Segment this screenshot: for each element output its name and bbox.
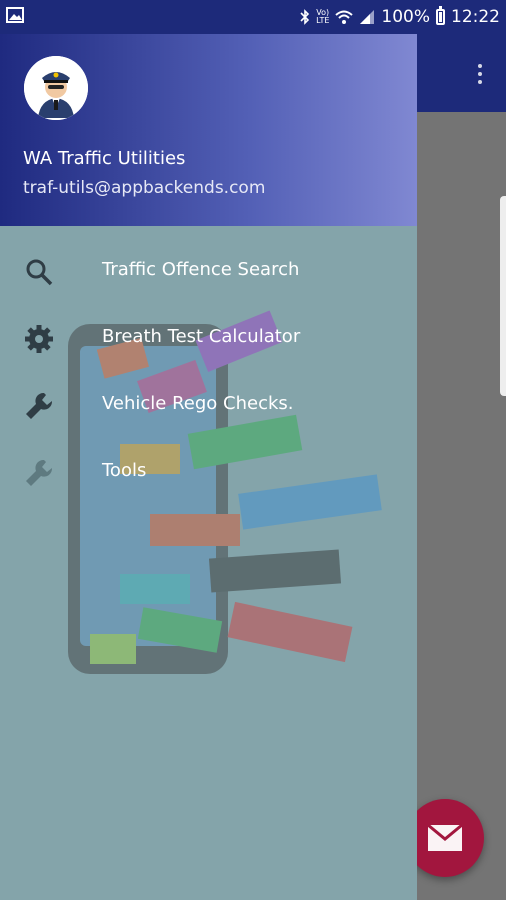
mail-icon [427,824,463,851]
bluetooth-icon [300,9,310,25]
gear-icon [25,325,53,353]
drawer-header: WA Traffic Utilities traf-utils@appbacke… [0,34,417,226]
search-icon [26,259,53,286]
menu-item-label: Vehicle Rego Checks. [102,393,294,414]
wifi-icon [335,10,354,24]
account-email: traf-utils@appbackends.com [23,178,266,198]
signal-icon [360,10,375,24]
police-officer-icon [24,56,88,120]
volte-indicator: Vo) LTE [316,8,330,25]
clock: 12:22 [451,7,500,27]
menu-item-label: Tools [102,460,147,481]
email-fab-button[interactable] [406,799,484,877]
avatar[interactable] [24,56,88,120]
wrench-icon [26,392,53,419]
content-card-edge [500,196,506,396]
menu-item-tools[interactable]: Tools [0,440,417,500]
battery-icon [436,6,445,25]
menu-item-label: Breath Test Calculator [102,326,301,347]
gallery-notification-icon [6,7,24,23]
wrench-icon [26,459,53,486]
app-title: WA Traffic Utilities [23,148,186,169]
navigation-drawer: WA Traffic Utilities traf-utils@appbacke… [0,34,417,900]
more-options-icon[interactable] [476,64,484,88]
menu-item-breath-test-calculator[interactable]: Breath Test Calculator [0,306,417,366]
status-bar: Vo) LTE 100% 12:22 [0,0,506,34]
menu-item-vehicle-rego-checks[interactable]: Vehicle Rego Checks. [0,373,417,433]
battery-percent: 100% [381,7,430,27]
menu-item-label: Traffic Offence Search [102,259,300,280]
menu-item-traffic-offence-search[interactable]: Traffic Offence Search [0,239,417,299]
